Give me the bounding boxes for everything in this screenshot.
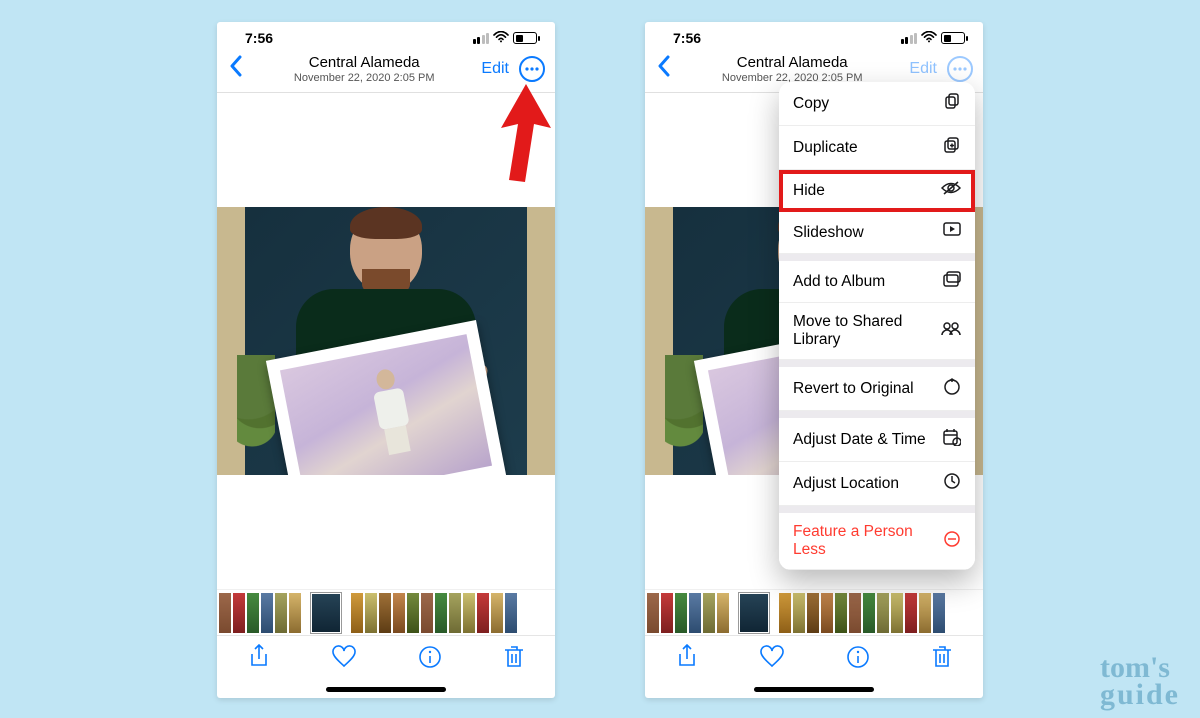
home-indicator[interactable] xyxy=(326,687,446,692)
more-button[interactable] xyxy=(947,56,973,82)
thumbnail-selected[interactable] xyxy=(739,593,769,633)
bottom-toolbar xyxy=(217,635,555,683)
edit-button[interactable]: Edit xyxy=(481,60,509,78)
menu-item-add-to-album[interactable]: Add to Album xyxy=(779,261,975,303)
menu-item-label: Adjust Location xyxy=(793,475,899,493)
menu-item-label: Slideshow xyxy=(793,224,864,242)
menu-item-slideshow[interactable]: Slideshow xyxy=(779,212,975,254)
favorite-button[interactable] xyxy=(759,645,785,674)
copy-icon xyxy=(943,92,961,115)
location-icon xyxy=(943,472,961,495)
photo-content xyxy=(217,207,555,475)
nav-header: Central Alameda November 22, 2020 2:05 P… xyxy=(217,50,555,93)
menu-item-label: Move to Shared Library xyxy=(793,313,941,349)
thumbnail-strip[interactable] xyxy=(645,589,983,635)
status-bar: 7:56 xyxy=(217,22,555,50)
menu-item-adjust-date-time[interactable]: Adjust Date & Time xyxy=(779,418,975,462)
menu-item-label: Hide xyxy=(793,182,825,200)
share-button[interactable] xyxy=(248,644,270,675)
menu-item-label: Adjust Date & Time xyxy=(793,431,926,449)
delete-button[interactable] xyxy=(503,644,525,675)
status-time: 7:56 xyxy=(245,30,273,46)
menu-item-label: Revert to Original xyxy=(793,380,914,398)
bottom-toolbar xyxy=(645,635,983,683)
album-icon xyxy=(943,271,961,292)
revert-icon xyxy=(943,377,961,400)
thumbnail-strip[interactable] xyxy=(217,589,555,635)
phone-screenshot-right: 7:56 Central Alameda November 22, 2020 2… xyxy=(645,22,983,698)
hide-icon xyxy=(941,180,961,201)
delete-button[interactable] xyxy=(931,644,953,675)
favorite-button[interactable] xyxy=(331,645,357,674)
context-menu: Copy Duplicate Hide Slideshow Add to Alb… xyxy=(779,82,975,570)
menu-item-adjust-location[interactable]: Adjust Location xyxy=(779,462,975,506)
status-time: 7:56 xyxy=(673,30,701,46)
watermark-line2: guide xyxy=(1100,681,1180,708)
battery-icon xyxy=(941,32,965,44)
more-button[interactable] xyxy=(519,56,545,82)
menu-item-hide[interactable]: Hide xyxy=(779,170,975,212)
phone-screenshot-left: 7:56 Central Alameda November 22, 2020 2… xyxy=(217,22,555,698)
watermark: tom's guide xyxy=(1100,654,1180,708)
info-button[interactable] xyxy=(846,645,870,674)
slideshow-icon xyxy=(943,222,961,243)
back-button[interactable] xyxy=(225,55,247,84)
battery-icon xyxy=(513,32,537,44)
menu-item-revert-original[interactable]: Revert to Original xyxy=(779,367,975,411)
menu-item-label: Add to Album xyxy=(793,273,885,291)
menu-item-label: Copy xyxy=(793,95,829,113)
menu-item-move-shared-library[interactable]: Move to Shared Library xyxy=(779,303,975,360)
duplicate-icon xyxy=(943,136,961,159)
header-subtitle: November 22, 2020 2:05 PM xyxy=(247,72,481,84)
cellular-icon xyxy=(901,33,918,44)
menu-item-label: Duplicate xyxy=(793,139,858,157)
wifi-icon xyxy=(921,31,937,46)
cellular-icon xyxy=(473,33,490,44)
share-button[interactable] xyxy=(676,644,698,675)
back-button[interactable] xyxy=(653,55,675,84)
menu-item-label: Feature a Person Less xyxy=(793,523,943,559)
menu-item-feature-person-less[interactable]: Feature a Person Less xyxy=(779,513,975,570)
wifi-icon xyxy=(493,31,509,46)
header-title: Central Alameda xyxy=(675,54,909,71)
shared-library-icon xyxy=(941,322,961,341)
thumbnail-selected[interactable] xyxy=(311,593,341,633)
header-title: Central Alameda xyxy=(247,54,481,71)
home-indicator[interactable] xyxy=(754,687,874,692)
minus-circle-icon xyxy=(943,530,961,553)
edit-button[interactable]: Edit xyxy=(909,60,937,78)
watermark-line1: tom's xyxy=(1100,654,1180,681)
info-button[interactable] xyxy=(418,645,442,674)
menu-item-duplicate[interactable]: Duplicate xyxy=(779,126,975,170)
menu-item-copy[interactable]: Copy xyxy=(779,82,975,126)
photo-viewer[interactable] xyxy=(217,93,555,589)
date-time-icon xyxy=(943,428,961,451)
status-bar: 7:56 xyxy=(645,22,983,50)
